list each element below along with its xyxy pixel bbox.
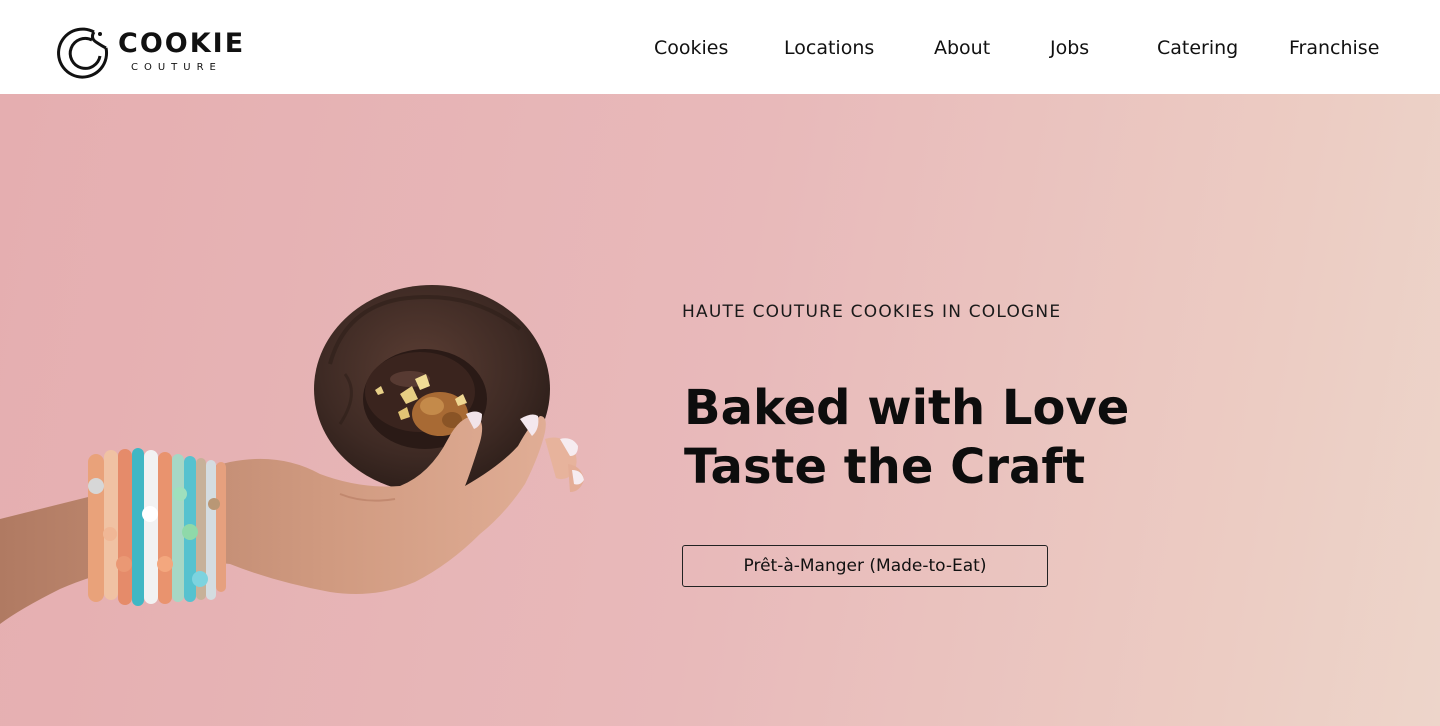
- site-header: COOKIE COUTURE Cookies Locations About J…: [0, 0, 1440, 94]
- hero-headline-line-2: Taste the Craft: [684, 439, 1086, 495]
- nav-link-franchise[interactable]: Franchise: [1289, 35, 1379, 61]
- bracelet-illustration: [88, 448, 226, 606]
- pret-a-manger-button[interactable]: Prêt-à-Manger (Made-to-Eat): [682, 545, 1048, 587]
- hero-headline: Baked with Love Taste the Craft: [684, 379, 1129, 497]
- nav-link-jobs[interactable]: Jobs: [1050, 35, 1089, 61]
- logo-subtitle: COUTURE: [131, 62, 222, 73]
- hero-headline-line-1: Baked with Love: [684, 380, 1130, 436]
- nav-link-catering[interactable]: Catering: [1157, 35, 1238, 61]
- main-nav: Cookies Locations About Jobs Catering Fr…: [0, 35, 1440, 61]
- hero-eyebrow: HAUTE COUTURE COOKIES IN COLOGNE: [682, 302, 1062, 322]
- nav-link-about[interactable]: About: [934, 35, 990, 61]
- hero-section: HAUTE COUTURE COOKIES IN COLOGNE Baked w…: [0, 94, 1440, 726]
- nav-link-cookies[interactable]: Cookies: [654, 35, 728, 61]
- hero-image-hand-holding-cookie: [0, 285, 584, 624]
- nav-link-locations[interactable]: Locations: [784, 35, 874, 61]
